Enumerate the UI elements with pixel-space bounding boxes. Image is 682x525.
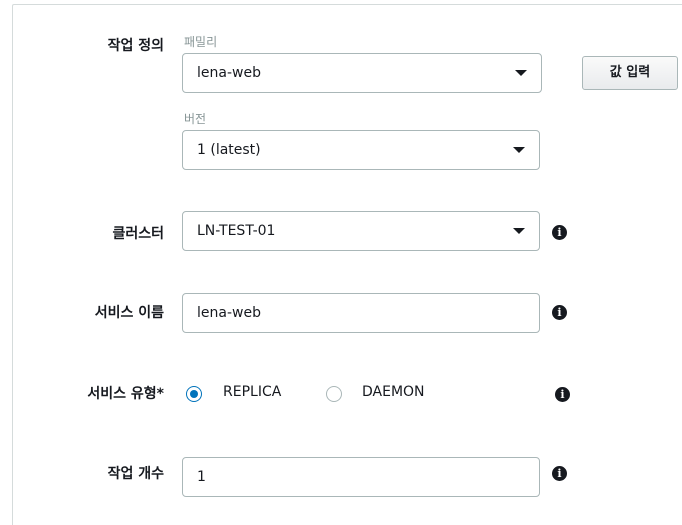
radio-daemon[interactable] [326, 386, 342, 402]
family-sublabel: 패밀리 [184, 35, 218, 49]
family-value: lena-web [197, 65, 261, 81]
caret-down-icon [513, 147, 525, 153]
revision-sublabel: 버전 [184, 112, 207, 126]
family-select[interactable]: lena-web [182, 53, 542, 93]
task-count-value: 1 [197, 469, 206, 485]
radio-replica[interactable] [186, 386, 202, 402]
service-type-label: 서비스 유형* [87, 386, 164, 402]
caret-down-icon [515, 70, 527, 76]
service-name-label: 서비스 이름 [94, 305, 164, 321]
cluster-label: 클러스터 [112, 226, 164, 242]
caret-down-icon [513, 228, 525, 234]
task-count-label: 작업 개수 [107, 466, 164, 482]
revision-value: 1 (latest) [197, 142, 261, 158]
task-count-info-icon[interactable]: i [552, 466, 567, 481]
service-name-value: lena-web [197, 305, 261, 321]
radio-daemon-label[interactable]: DAEMON [362, 384, 425, 400]
enter-value-button[interactable]: 값 입력 [582, 56, 678, 90]
service-type-info-icon[interactable]: i [555, 387, 570, 402]
cluster-select[interactable]: LN-TEST-01 [182, 211, 540, 251]
cluster-info-icon[interactable]: i [552, 225, 567, 240]
service-name-info-icon[interactable]: i [552, 305, 567, 320]
service-name-input[interactable]: lena-web [182, 293, 540, 333]
radio-replica-label[interactable]: REPLICA [223, 384, 281, 400]
task-count-input[interactable]: 1 [182, 457, 540, 497]
cluster-value: LN-TEST-01 [197, 223, 276, 239]
task-definition-label: 작업 정의 [107, 38, 164, 54]
revision-select[interactable]: 1 (latest) [182, 130, 540, 170]
